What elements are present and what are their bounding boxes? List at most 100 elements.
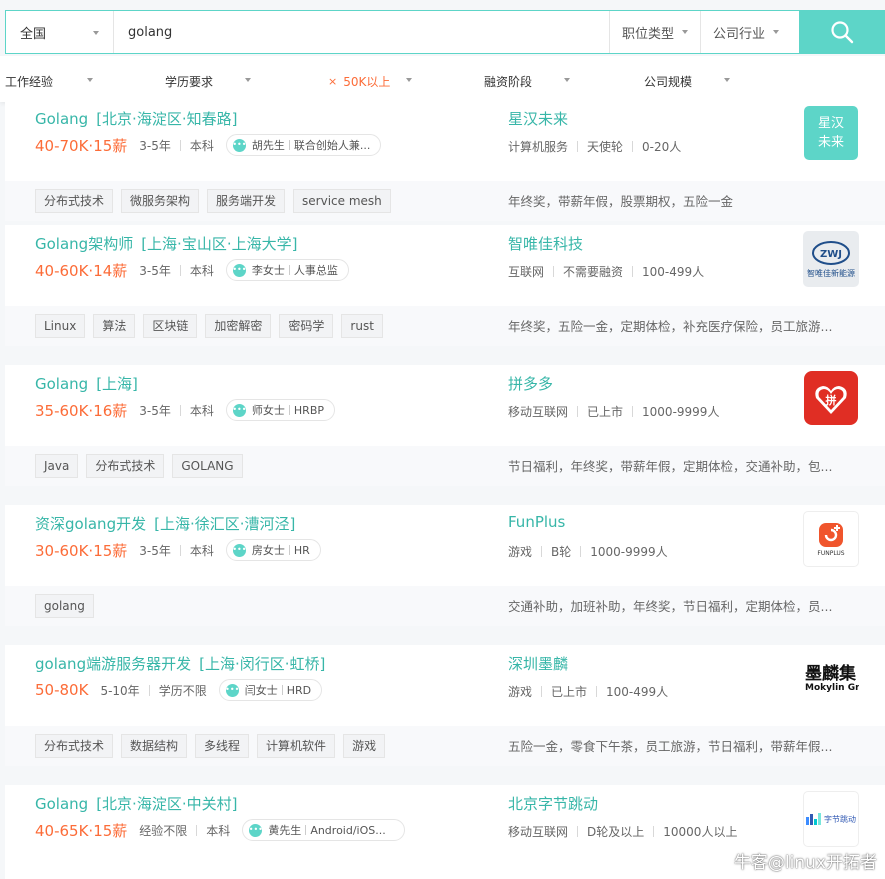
company-logo[interactable]: 拼 — [804, 371, 858, 425]
job-info: 35-60K·16薪 3-5年 本科 ••• 师女士 HRBP — [35, 399, 336, 421]
skill-tag: GOLANG — [172, 454, 243, 478]
watermark: 牛客@linux开拓者 — [733, 853, 877, 873]
divider — [196, 824, 198, 836]
filter-experience[interactable]: 工作经验 — [5, 73, 93, 90]
job-type-select[interactable]: 职位类型 — [608, 11, 700, 53]
chevron-down-icon — [87, 78, 93, 82]
chat-contact-button[interactable]: ••• 胡先生 联合创始人兼... — [225, 134, 382, 156]
zwj-logo-icon: ZWJ — [812, 240, 850, 265]
chat-icon: ••• — [225, 683, 239, 697]
job-card[interactable]: Golang [上海] 35-60K·16薪 3-5年 本科 ••• 师女士 HRBP… — [5, 365, 885, 486]
chat-icon: ••• — [232, 263, 246, 277]
job-title[interactable]: Golang [上海] — [35, 373, 138, 394]
job-title[interactable]: Golang [北京·海淀区·中关村] — [35, 793, 237, 814]
skill-tag: 多线程 — [195, 734, 250, 758]
job-name: 资深golang开发 — [35, 515, 147, 533]
company-logo[interactable]: 星汉 未来 — [804, 106, 858, 160]
job-card[interactable]: Golang [北京·海淀区·知春路] 40-70K·15薪 3-5年 本科 ••… — [5, 100, 885, 221]
city-select[interactable]: 全国 — [6, 11, 114, 53]
job-info: 40-70K·15薪 3-5年 本科 ••• 胡先生 联合创始人兼... — [35, 134, 382, 156]
skill-tag: 计算机软件 — [257, 734, 336, 758]
filter-salary[interactable]: × 50K以上 — [328, 73, 412, 90]
job-title[interactable]: 资深golang开发 [上海·徐汇区·漕河泾] — [35, 513, 295, 534]
job-card[interactable]: Golang架构师 [上海·宝山区·上海大学] 40-60K·14薪 3-5年 本… — [5, 225, 885, 346]
logo-subtext: Mokylin Gr — [805, 683, 859, 693]
company-logo[interactable]: 字节跳动 — [803, 791, 859, 847]
benefits: 年终奖，五险一金，定期体检，补充医疗保险，员工旅游... — [508, 319, 833, 334]
company-name[interactable]: 深圳墨麟 — [508, 653, 568, 674]
company-name[interactable]: FunPlus — [508, 513, 565, 531]
skill-tags: Linux 算法 区块链 加密解密 密码学 rust — [35, 314, 383, 338]
company-industry: 互联网 — [508, 265, 545, 279]
chat-contact-button[interactable]: ••• 黄先生 Android/iOS... — [242, 819, 405, 841]
company-industry: 游戏 — [508, 685, 533, 699]
clear-icon[interactable]: × — [328, 75, 337, 88]
chevron-down-icon — [681, 30, 688, 34]
search-button[interactable] — [799, 10, 885, 54]
job-title[interactable]: Golang架构师 [上海·宝山区·上海大学] — [35, 233, 297, 254]
company-logo[interactable]: FUNPLUS — [803, 511, 859, 567]
company-name[interactable]: 拼多多 — [508, 373, 553, 394]
filter-funding[interactable]: 融资阶段 — [484, 73, 570, 90]
job-title[interactable]: Golang [北京·海淀区·知春路] — [35, 108, 237, 129]
chat-icon: ••• — [232, 403, 246, 417]
job-name: Golang — [35, 110, 89, 128]
company-name[interactable]: 智唯佳科技 — [508, 233, 583, 254]
chat-contact-button[interactable]: ••• 闫女士 HRD — [218, 679, 323, 701]
salary: 30-60K·15薪 — [35, 541, 128, 560]
salary: 40-65K·15薪 — [35, 821, 128, 840]
contact-name: 李女士 — [251, 264, 285, 277]
skill-tag: Java — [35, 454, 79, 478]
experience: 3-5年 — [139, 263, 171, 278]
benefits: 节日福利，年终奖，带薪年假，定期体检，交通补助，包... — [508, 459, 833, 474]
chat-contact-button[interactable]: ••• 房女士 HR — [225, 539, 321, 561]
contact-name: 闫女士 — [244, 684, 278, 697]
chat-contact-button[interactable]: ••• 师女士 HRBP — [225, 399, 336, 421]
search-input[interactable] — [114, 11, 609, 53]
company-funding: 天使轮 — [587, 140, 624, 154]
job-area: [北京·海淀区·中关村] — [96, 795, 238, 813]
job-title[interactable]: golang端游服务器开发 [上海·闵行区·虹桥] — [35, 653, 325, 674]
education: 本科 — [206, 823, 231, 838]
industry-label: 公司行业 — [712, 26, 765, 42]
divider — [577, 141, 579, 152]
logo-text: 智唯佳新能源 — [807, 268, 855, 278]
contact-role: HRD — [286, 683, 312, 697]
divider — [288, 140, 290, 150]
divider — [553, 266, 555, 277]
logo-text: 墨麟集 — [805, 664, 856, 684]
skill-tag: 分布式技术 — [35, 734, 114, 758]
chevron-down-icon — [724, 78, 730, 82]
contact-role: HRBP — [293, 403, 325, 417]
company-name[interactable]: 星汉未来 — [508, 108, 568, 129]
company-funding: 已上市 — [587, 405, 624, 419]
contact-name: 房女士 — [251, 544, 285, 557]
industry-select[interactable]: 公司行业 — [699, 11, 799, 53]
divider — [632, 266, 634, 277]
skill-tag: 区块链 — [143, 314, 198, 338]
job-info: 40-60K·14薪 3-5年 本科 ••• 李女士 人事总监 — [35, 259, 349, 281]
job-name: Golang架构师 — [35, 235, 134, 253]
chat-icon: ••• — [232, 138, 246, 152]
company-size: 100-499人 — [606, 685, 669, 699]
job-card[interactable]: 资深golang开发 [上海·徐汇区·漕河泾] 30-60K·15薪 3-5年 本… — [5, 505, 885, 626]
chat-contact-button[interactable]: ••• 李女士 人事总监 — [225, 259, 349, 281]
skill-tag: 加密解密 — [205, 314, 272, 338]
logo-text: 字节跳动 — [824, 814, 856, 824]
filter-company-size[interactable]: 公司规模 — [644, 73, 730, 90]
job-card[interactable]: golang端游服务器开发 [上海·闵行区·虹桥] 50-80K 5-10年 学历… — [5, 645, 885, 766]
contact-role: 联合创始人兼... — [293, 139, 371, 152]
company-logo[interactable]: 墨麟集 Mokylin Gr — [803, 651, 859, 707]
filter-education[interactable]: 学历要求 — [165, 73, 251, 90]
filter-experience-label: 工作经验 — [5, 75, 54, 89]
salary: 50-80K — [35, 681, 89, 699]
education: 本科 — [189, 403, 214, 418]
filter-size-label: 公司规模 — [644, 75, 693, 89]
company-name[interactable]: 北京字节跳动 — [508, 793, 598, 814]
divider — [632, 406, 634, 417]
company-meta: 互联网 不需要融资 100-499人 — [508, 263, 704, 280]
chat-icon: ••• — [249, 823, 263, 837]
chevron-down-icon — [564, 78, 570, 82]
skill-tag: 数据结构 — [121, 734, 188, 758]
company-logo[interactable]: ZWJ 智唯佳新能源 — [803, 231, 859, 287]
